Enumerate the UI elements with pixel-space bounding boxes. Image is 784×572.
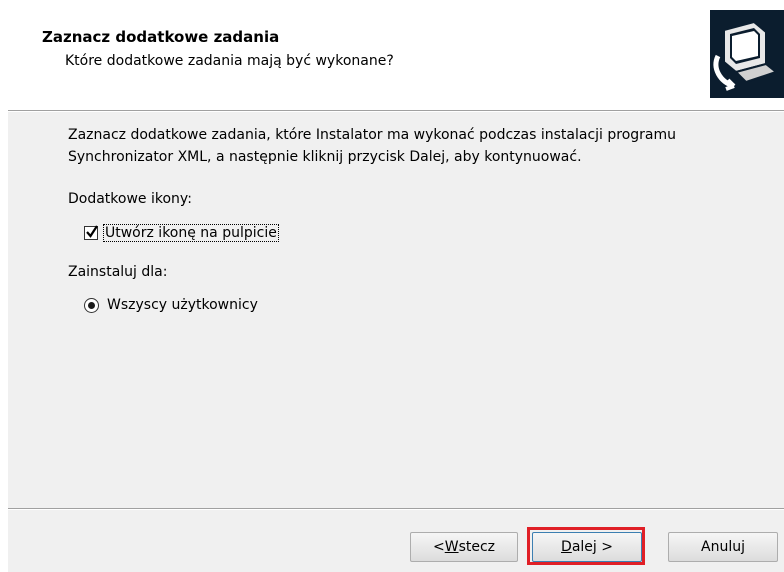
- instructions-line-1: Zaznacz dodatkowe zadania, które Instala…: [68, 127, 677, 143]
- desktop-icon-checkbox-label[interactable]: Utwórz ikonę na pulpicie: [103, 224, 279, 242]
- header-divider: [8, 110, 784, 112]
- all-users-option[interactable]: Wszyscy użytkownicy: [84, 294, 258, 316]
- installer-computer-icon: [710, 10, 784, 98]
- wizard-header: Zaznacz dodatkowe zadania Które dodatkow…: [8, 0, 784, 110]
- instructions-line-2: Synchronizator XML, a następnie kliknij …: [68, 149, 582, 165]
- all-users-radio-label[interactable]: Wszyscy użytkownicy: [107, 297, 258, 313]
- page-title: Zaznacz dodatkowe zadania: [42, 28, 280, 46]
- additional-icons-label: Dodatkowe ikony:: [68, 191, 192, 207]
- desktop-icon-checkbox[interactable]: [84, 225, 98, 240]
- all-users-radio[interactable]: [84, 297, 99, 313]
- installer-computer-icon-graphic: [710, 10, 784, 98]
- back-button-label: stecz: [458, 539, 496, 555]
- instructions-text: Zaznacz dodatkowe zadania, które Instala…: [68, 124, 676, 168]
- desktop-icon-option[interactable]: Utwórz ikonę na pulpicie: [84, 222, 279, 244]
- back-button[interactable]: < Wstecz: [410, 532, 518, 562]
- radio-selected-dot: [88, 301, 95, 309]
- footer-divider: [8, 508, 784, 510]
- next-button-highlight-frame: [527, 527, 645, 565]
- checkmark-icon: [86, 225, 98, 238]
- back-button-prefix: <: [432, 539, 445, 555]
- cancel-button[interactable]: Anuluj: [668, 532, 778, 562]
- page-subtitle: Które dodatkowe zadania mają być wykonan…: [65, 53, 394, 69]
- installer-window: Zaznacz dodatkowe zadania Które dodatkow…: [8, 0, 784, 572]
- install-for-label: Zainstaluj dla:: [68, 264, 168, 280]
- back-button-accel: W: [444, 539, 459, 555]
